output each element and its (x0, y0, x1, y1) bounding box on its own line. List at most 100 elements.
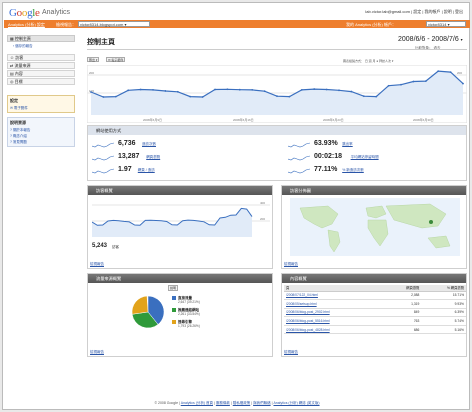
sparkline-path (92, 142, 114, 148)
data-point[interactable] (164, 90, 167, 92)
pageviews-pct-cell: 5.74% (421, 316, 466, 326)
account-links[interactable]: lab.victor.lab@gmail.com | 設定 | 我的帳戶 | 說… (365, 9, 463, 15)
data-point[interactable] (362, 95, 365, 98)
usage-stat-value: 77.11% (314, 166, 338, 173)
page-title: 控制主頁 (87, 39, 115, 46)
data-point[interactable] (462, 82, 464, 85)
account-bar: Analytics (分析) 設定 檢視報告： victor8314.blogs… (4, 20, 470, 28)
data-point[interactable] (350, 90, 353, 93)
table-row: /2008/05/setsup.html 1,319 9.93% (284, 299, 466, 309)
data-point[interactable] (387, 84, 390, 87)
footer-link-contact[interactable]: 與我們聯絡 (253, 401, 271, 405)
data-point[interactable] (102, 96, 105, 98)
sparkline-path (92, 155, 114, 161)
data-point[interactable] (201, 96, 204, 98)
data-point[interactable] (114, 95, 117, 98)
usage-stat-label[interactable]: 網頁瀏覽 (146, 155, 160, 160)
content-view-report-link[interactable]: 檢視報告 (284, 350, 298, 355)
sidebar-item-visitors[interactable]: ☺ 訪客 (7, 54, 75, 61)
page-link[interactable]: /2008/05/setsup.html (284, 299, 385, 309)
sidebar-item-dashboard[interactable]: ▦ 控制主頁 (7, 35, 75, 42)
help-icon: ? (10, 140, 12, 144)
page-link[interactable]: /2008/06/blog-post_4828.html (284, 325, 385, 335)
pageviews-pct-cell: 6.39% (421, 308, 466, 318)
sparkline-path (288, 155, 310, 161)
usage-stat-label[interactable]: 造訪次數 (142, 142, 156, 147)
email-report-button[interactable]: ✉ 電子郵件 (106, 57, 126, 62)
data-point[interactable] (214, 88, 216, 91)
site-usage-panel: 網站使用方式 6,736 造訪次數 13,287 網頁瀏覽 1.97 網頁 / 造訪 63.… (87, 125, 467, 181)
usage-stat-label[interactable]: % 新造訪次數 (342, 168, 364, 173)
analytics-logo-text: Analytics (42, 9, 71, 16)
export-button[interactable]: 匯出 ▾ (87, 57, 100, 62)
data-point[interactable] (437, 70, 440, 72)
traffic-help-button[interactable]: 說明 (168, 285, 179, 291)
traffic-sources-panel: 流量來源概覽 說明 直接流量 2,647 (39.21%) 推薦連結網站 2,261 … (87, 273, 273, 357)
data-point[interactable] (424, 80, 427, 83)
data-point[interactable] (449, 71, 452, 74)
data-point[interactable] (288, 95, 291, 98)
help-icon: ? (10, 134, 12, 138)
account-select[interactable]: victor8314 ▾ (426, 21, 466, 27)
data-point[interactable] (412, 80, 415, 83)
data-point[interactable] (375, 95, 378, 98)
data-point[interactable] (189, 95, 192, 98)
map-overlay-panel: 訪客分佈圖 檢視報告 (281, 185, 467, 269)
page-link[interactable]: /2008/06/blog-post_2902.html (284, 308, 385, 318)
data-point[interactable] (263, 90, 266, 93)
content-overview-panel: 內容概覽 頁 網頁瀏覽 % 網頁瀏覽 /2008/07/122_04.html 2… (281, 273, 467, 357)
data-point[interactable] (338, 89, 340, 92)
help-link-about[interactable]: ? 關於本報告 (10, 128, 72, 133)
visitors-view-report-link[interactable]: 檢視報告 (90, 262, 104, 267)
sidebar-item-goals[interactable]: ◎ 目標 (7, 78, 75, 85)
data-point[interactable] (313, 88, 316, 90)
data-point[interactable] (238, 88, 241, 91)
legend-swatch (172, 308, 176, 312)
help-link-faq[interactable]: ? 常見問題 (10, 140, 72, 145)
email-link[interactable]: ✉ 電子郵件 (10, 106, 72, 111)
help-link-concepts[interactable]: ? 概念介紹 (10, 134, 72, 139)
data-point[interactable] (90, 91, 92, 93)
sidebar-item-content[interactable]: ▤ 內容 (7, 70, 75, 77)
data-point[interactable] (400, 83, 402, 86)
data-point[interactable] (226, 88, 229, 91)
map-overlay-title: 訪客分佈圖 (282, 186, 466, 195)
world-map[interactable] (290, 198, 460, 256)
footer-link-terms[interactable]: 服務條款 (216, 401, 230, 405)
usage-stat-value: 63.93% (314, 140, 338, 147)
data-point[interactable] (127, 89, 130, 92)
data-point[interactable] (152, 89, 154, 91)
footer-link-blog[interactable]: Analytics (分析) 網誌 (英文版) (273, 401, 319, 405)
data-point[interactable] (276, 95, 278, 98)
data-point[interactable] (325, 88, 328, 91)
date-range-picker[interactable]: 2008/6/6 - 2008/7/6 ▾ (398, 36, 463, 43)
footer-link-privacy[interactable]: 隱私權政策 (233, 401, 251, 405)
footer-link-home[interactable]: Analytics (分析) 首頁 (181, 401, 213, 405)
pageviews-cell: 686 (384, 325, 422, 335)
pie-slice[interactable] (131, 295, 149, 315)
sidebar-saved-reports[interactable]: › 儲存的報告 (13, 44, 33, 49)
v-y-mid: 200 (260, 217, 265, 221)
map-view-report-link[interactable]: 檢視報告 (284, 262, 298, 267)
data-point[interactable] (139, 88, 142, 91)
data-point[interactable] (251, 89, 254, 91)
visitors-area (92, 208, 252, 237)
usage-stat-label[interactable]: 跳出率 (342, 142, 353, 147)
graph-options[interactable]: 圖表繪製方式： 日 週 月 ● 拜訪人次 ▾ (343, 59, 393, 63)
usage-stat-label[interactable]: 網頁 / 造訪 (138, 168, 155, 173)
profile-select[interactable]: victor8314.blogspot.com ▾ (78, 21, 150, 27)
google-logo[interactable]: Google (9, 7, 40, 19)
y-tick-top-right: 200 (457, 71, 462, 75)
traffic-view-report-link[interactable]: 檢視報告 (90, 350, 104, 355)
pageviews-cell: 849 (384, 308, 422, 318)
page-link[interactable]: /2008/07/122_04.html (284, 291, 385, 301)
usage-sparkline (92, 142, 114, 148)
data-point[interactable] (300, 89, 303, 91)
analytics-settings-link[interactable]: Analytics (分析) 設定 (8, 22, 45, 28)
usage-stat-label[interactable]: 平均網站停留時間 (351, 155, 379, 160)
page-link[interactable]: /2008/06/blog-post_5516.html (284, 316, 385, 326)
visitors-count-label: 訪客 (112, 245, 119, 249)
data-point[interactable] (176, 90, 179, 93)
usage-stat-value: 6,736 (118, 140, 136, 147)
sidebar-item-traffic[interactable]: ⇄ 流量來源 (7, 62, 75, 69)
